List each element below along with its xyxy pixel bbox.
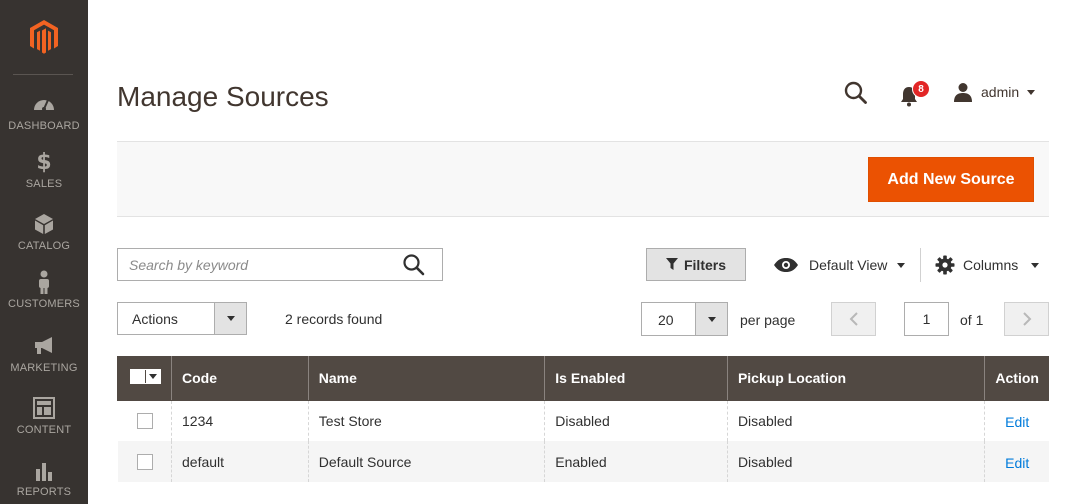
chevron-left-icon: [849, 312, 858, 326]
chevron-down-icon: [226, 316, 235, 321]
select-all-checkbox[interactable]: [131, 370, 145, 384]
mass-actions-select[interactable]: Actions: [117, 302, 247, 335]
edit-link[interactable]: Edit: [995, 455, 1039, 471]
cell-action: Edit: [984, 400, 1049, 441]
sources-grid: Code Name Is Enabled Pickup Location Act…: [117, 356, 1049, 482]
eye-icon: [774, 258, 798, 272]
sidebar-item-label: SALES: [25, 178, 63, 190]
sidebar-item-catalog[interactable]: CATALOG: [0, 210, 88, 272]
add-new-source-button[interactable]: Add New Source: [868, 157, 1034, 202]
filters-button[interactable]: Filters: [646, 248, 746, 281]
actions-select-value: Actions: [132, 310, 178, 327]
chevron-down-icon: [1027, 89, 1036, 95]
gear-icon: [935, 255, 955, 275]
mass-select-control[interactable]: [130, 369, 161, 385]
cell-name: Default Source: [307, 441, 545, 482]
actions-select-arrow[interactable]: [214, 303, 246, 334]
global-search-button[interactable]: [843, 80, 869, 106]
chevron-down-icon: [149, 374, 157, 380]
sidebar-item-customers[interactable]: CUSTOMERS: [0, 268, 88, 330]
sidebar-item-reports[interactable]: REPORTS: [0, 456, 88, 504]
mass-select-header[interactable]: [117, 356, 172, 401]
sidebar-item-label: CATALOG: [17, 240, 71, 252]
column-header-action: Action: [984, 356, 1049, 401]
user-icon: [954, 83, 972, 102]
toolbar-divider: [920, 248, 921, 282]
cell-code: default: [171, 441, 309, 482]
cell-code: 1234: [171, 400, 309, 441]
search-icon: [844, 81, 867, 104]
keyword-search: [117, 248, 443, 281]
notifications-button[interactable]: 8: [897, 80, 933, 108]
notifications-count-badge: 8: [912, 80, 930, 98]
page-title: Manage Sources: [117, 81, 329, 112]
cell-is-enabled: Enabled: [544, 441, 728, 482]
sidebar-item-label: MARKETING: [10, 362, 78, 374]
previous-page-button[interactable]: [831, 302, 876, 336]
sidebar-item-label: CUSTOMERS: [8, 298, 80, 310]
dollar-icon: $: [36, 149, 52, 175]
column-header-pickup-location[interactable]: Pickup Location: [726, 356, 985, 401]
total-pages: of 1: [960, 312, 984, 328]
view-label: Default View: [809, 257, 888, 273]
chevron-down-icon: [897, 262, 906, 268]
row-select-cell: [117, 441, 172, 482]
funnel-icon: [665, 258, 678, 270]
next-page-button[interactable]: [1004, 302, 1049, 336]
table-row: 1234 Test Store Disabled Disabled Edit: [117, 400, 1049, 441]
cell-action: Edit: [984, 441, 1049, 482]
column-header-name[interactable]: Name: [307, 356, 545, 401]
user-name: admin: [981, 84, 1020, 100]
filters-label: Filters: [683, 256, 726, 273]
admin-sidebar: DASHBOARD $ SALES CATALOG CUSTOMERS MARK…: [0, 0, 88, 504]
sidebar-item-label: CONTENT: [16, 424, 72, 436]
per-page-value: 20: [658, 312, 674, 328]
person-icon: [32, 270, 56, 294]
row-select-cell: [117, 400, 172, 441]
mass-select-dropdown[interactable]: [145, 370, 160, 384]
dashboard-icon: [32, 92, 56, 116]
cell-is-enabled: Disabled: [544, 400, 728, 441]
cell-pickup-location: Disabled: [726, 441, 985, 482]
sidebar-item-content[interactable]: CONTENT: [0, 394, 88, 456]
search-input[interactable]: [118, 249, 388, 280]
columns-label: Columns: [963, 257, 1019, 273]
search-icon: [403, 254, 425, 276]
default-view-dropdown[interactable]: Default View: [773, 253, 906, 277]
sidebar-item-label: REPORTS: [16, 486, 72, 498]
chevron-down-icon: [707, 316, 716, 322]
sidebar-item-dashboard[interactable]: DASHBOARD: [0, 90, 88, 152]
box-icon: [32, 212, 56, 236]
bar-chart-icon: [32, 458, 56, 482]
search-submit-button[interactable]: [402, 253, 426, 277]
row-checkbox[interactable]: [136, 413, 153, 430]
row-checkbox[interactable]: [136, 454, 153, 471]
per-page-arrow[interactable]: [695, 303, 727, 335]
magento-logo[interactable]: [0, 0, 88, 74]
cell-pickup-location: Disabled: [726, 400, 985, 441]
column-header-is-enabled[interactable]: Is Enabled: [544, 356, 728, 401]
current-page-input[interactable]: [904, 302, 949, 336]
sidebar-item-sales[interactable]: $ SALES: [0, 148, 88, 210]
layout-icon: [32, 396, 56, 420]
table-header-row: Code Name Is Enabled Pickup Location Act…: [117, 356, 1049, 401]
cell-name: Test Store: [307, 400, 545, 441]
logo-divider: [13, 74, 73, 75]
megaphone-icon: [32, 334, 56, 358]
sidebar-item-marketing[interactable]: MARKETING: [0, 332, 88, 394]
chevron-right-icon: [1022, 312, 1031, 326]
column-header-code[interactable]: Code: [171, 356, 309, 401]
page-actions-bar: Add New Source: [117, 141, 1049, 217]
admin-user-menu[interactable]: admin: [953, 80, 1036, 104]
columns-dropdown[interactable]: Columns: [935, 253, 1040, 277]
per-page-label: per page: [740, 312, 796, 328]
sidebar-item-label: DASHBOARD: [8, 120, 80, 132]
chevron-down-icon: [1031, 262, 1040, 268]
per-page-select[interactable]: 20: [641, 302, 728, 336]
edit-link[interactable]: Edit: [995, 414, 1039, 430]
table-row: default Default Source Enabled Disabled …: [117, 441, 1049, 482]
records-found: 2 records found: [285, 311, 383, 327]
